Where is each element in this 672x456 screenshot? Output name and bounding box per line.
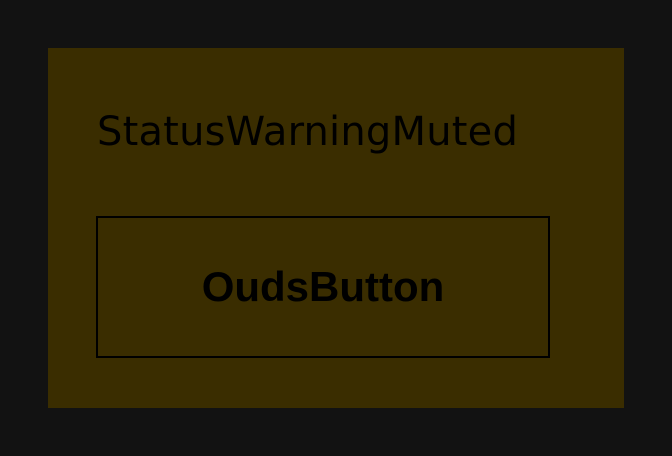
panel-title: StatusWarningMuted bbox=[97, 109, 519, 155]
ouds-button[interactable]: OudsButton bbox=[96, 216, 550, 358]
ouds-button-label: OudsButton bbox=[201, 263, 445, 310]
status-warning-muted-panel: StatusWarningMuted OudsButton bbox=[48, 48, 624, 408]
